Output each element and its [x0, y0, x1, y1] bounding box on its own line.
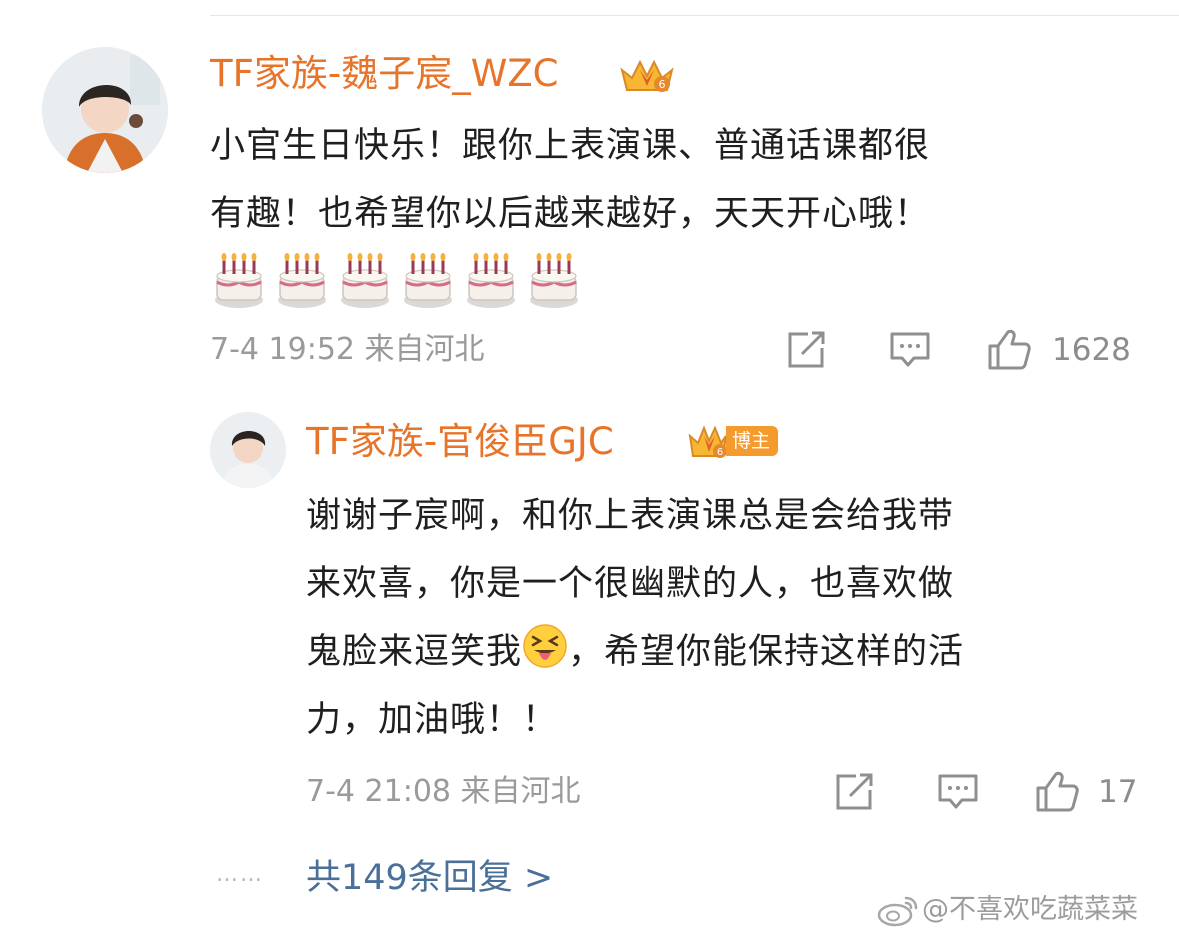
blogger-badge: 博主: [726, 426, 779, 456]
reply-location: 来自河北: [460, 774, 581, 809]
reply-avatar[interactable]: [210, 412, 286, 488]
share-icon[interactable]: [786, 330, 828, 370]
reply-timestamp: 7-4 21:08 来自河北: [306, 774, 581, 809]
avatar[interactable]: [42, 47, 168, 173]
reply-username[interactable]: TF家族-官俊臣GJC: [306, 419, 614, 465]
birthday-cake-emoji: [530, 253, 578, 308]
svg-text:6: 6: [659, 78, 666, 91]
cake-emoji-row-text: 🎂🎂🎂🎂🎂🎂: [210, 250, 217, 251]
svg-text:6: 6: [717, 447, 723, 458]
reply-text-line-2: 来欢喜，你是一个很幽默的人，也喜欢做: [306, 564, 955, 604]
comment-like-count: 1628: [1052, 332, 1131, 368]
crown-badge-icon: 6: [620, 59, 674, 92]
reply-text-line-1: 谢谢子宸啊，和你上表演课总是会给我带: [306, 496, 955, 536]
reply-text-line-3a: 鬼脸来逗笑我: [306, 632, 523, 672]
cake-emoji-row: 🎂🎂🎂🎂🎂🎂: [210, 250, 590, 310]
weibo-logo-icon: [877, 896, 918, 927]
birthday-cake-emoji: [278, 253, 326, 308]
top-divider: [210, 15, 1179, 16]
reply-text-line-3: 鬼脸来逗笑我 ，希望你能保持这样的活: [306, 618, 964, 692]
birthday-cake-emoji: [467, 253, 515, 308]
reply-text-line-3b: ，希望你能保持这样的活: [568, 632, 965, 672]
reply-comment-icon[interactable]: [936, 772, 980, 812]
comment-text-line-2: 有趣！也希望你以后越来越好，天天开心哦！: [210, 194, 931, 234]
avatar-image: [42, 47, 168, 173]
birthday-cake-emoji: [215, 253, 263, 308]
reply-share-icon[interactable]: [834, 772, 876, 812]
more-replies-dots: ……: [216, 862, 264, 887]
birthday-cake-emoji: [215, 253, 578, 308]
birthday-cake-emoji: [404, 253, 452, 308]
comment-username[interactable]: TF家族-魏子宸_WZC: [210, 51, 559, 97]
reply-text-line-4: 力，加油哦！！: [306, 700, 559, 740]
squinting-tongue-emoji: [522, 623, 568, 692]
reply-crown-badge-icon: 6: [688, 425, 727, 458]
reply-thumbs-up-icon[interactable]: [1034, 770, 1080, 814]
comment-icon[interactable]: [888, 330, 932, 370]
reply-like-count: 17: [1098, 774, 1138, 810]
more-replies-link[interactable]: 共149条回复 >: [306, 855, 553, 901]
watermark-text: @不喜欢吃蔬菜菜: [922, 894, 1138, 925]
comment-location: 来自河北: [364, 332, 485, 367]
comment-timestamp: 7-4 19:52 来自河北: [210, 332, 485, 367]
reply-avatar-image: [210, 412, 286, 488]
comment-text-line-1: 小官生日快乐！跟你上表演课、普通话课都很: [210, 126, 931, 166]
birthday-cake-emoji: [341, 253, 389, 308]
thumbs-up-icon[interactable]: [986, 328, 1032, 372]
